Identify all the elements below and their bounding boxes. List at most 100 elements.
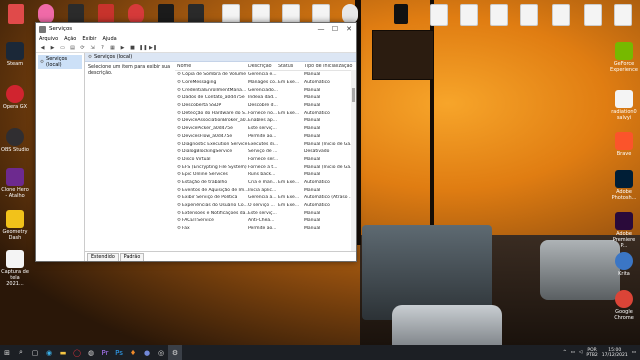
volume-icon[interactable]: ◁ (579, 350, 582, 355)
minimize-button[interactable]: — (314, 23, 328, 35)
desktop-shortcut-icon[interactable] (98, 4, 114, 24)
input-language[interactable]: POR PTB2 (586, 348, 597, 358)
column-header-tipo[interactable]: Tipo de Inicialização (304, 64, 356, 69)
file-icon[interactable] (552, 4, 570, 26)
microphone-icon[interactable]: ♦ (126, 345, 140, 360)
desktop-icon-radiation[interactable]: radiation0 salvyi (610, 90, 638, 121)
desktop-icon-chrome[interactable]: Google Chrome (610, 290, 638, 321)
table-row[interactable]: ⚙ Diagnostic Execution Service Executes di… (175, 140, 356, 148)
edge-icon[interactable]: ◉ (42, 345, 56, 360)
desktop-icon-geforce[interactable]: GeForce Experience (610, 42, 638, 73)
discord-icon[interactable]: ● (140, 345, 154, 360)
restart-icon[interactable]: ▶❚ (149, 45, 157, 51)
back-arrow-icon[interactable]: ◀ (39, 45, 46, 51)
table-row[interactable]: ⚙ Detecção do Hardware do S... Fornece no.… (175, 109, 356, 117)
tree-item-services-local[interactable]: ⚙ Serviços (local) (38, 55, 82, 69)
network-icon[interactable]: ▭ (571, 350, 575, 355)
stop-icon[interactable]: ■ (129, 45, 136, 51)
desktop-shortcut-icon[interactable] (394, 4, 408, 24)
table-row[interactable]: ⚙ Fax Permite ao... Manual (175, 225, 356, 233)
table-row[interactable]: ⚙ DevicesFlow_a0d475e Permite ao... Manual (175, 133, 356, 141)
clock[interactable]: 15:00 17/12/2021 (602, 348, 628, 358)
steam-icon[interactable]: ◍ (84, 345, 98, 360)
desktop-icon-brave[interactable]: Brave (610, 132, 638, 157)
desktop-shortcut-icon[interactable] (158, 4, 174, 24)
pause-icon[interactable]: ❚❚ (139, 45, 147, 51)
vertical-scrollbar[interactable] (351, 70, 356, 252)
table-row[interactable]: ⚙ Extensões e Notificações da... Este serv… (175, 209, 356, 217)
table-row[interactable]: ⚙ Disco Virtual Fornece ser... Manual (175, 156, 356, 164)
desktop-shortcut-icon[interactable] (68, 4, 84, 24)
desktop-icon-clone-hero[interactable]: Clone Hero - Atalho (1, 168, 29, 199)
table-row[interactable]: ⚙ CredentialEnrollmentMana... Gerenciado..… (175, 86, 356, 94)
start-icon[interactable]: ⊞ (0, 345, 14, 360)
help-icon[interactable]: ? (99, 45, 106, 51)
table-row[interactable]: ⚙ FACEITService Anti-Chea... Manual (175, 217, 356, 225)
services-taskbar-icon[interactable]: ⚙ (168, 345, 182, 360)
table-row[interactable]: ⚙ Epic Online Services Runs back... Manual (175, 171, 356, 179)
table-row[interactable]: ⚙ Experiências do Usuário Co... O serviço … (175, 202, 356, 210)
column-header-status[interactable]: Status (278, 64, 304, 69)
column-header-descricao[interactable]: Descrição (248, 64, 278, 69)
table-row[interactable]: ⚙ DevicePicker_a0d475e Este serviç... Manua… (175, 125, 356, 133)
services-window[interactable]: Serviços — ☐ ✕ Arquivo Ação Exibir Ajuda… (35, 22, 357, 262)
desktop-icon-photoshop[interactable]: Adobe Photosh... (610, 170, 638, 201)
desktop-shortcut-icon[interactable] (128, 4, 144, 24)
desktop-shortcut-icon[interactable] (188, 4, 204, 24)
maximize-button[interactable]: ☐ (328, 23, 342, 35)
desktop-icon-steam[interactable]: Steam (1, 42, 29, 67)
desktop-icon-krita[interactable]: Krita (610, 252, 638, 277)
scrollbar-thumb[interactable] (352, 88, 355, 102)
menu-exibir[interactable]: Exibir (82, 36, 96, 42)
refresh-icon[interactable]: ⟳ (79, 45, 86, 51)
properties-icon[interactable]: ▤ (69, 45, 76, 51)
play-icon[interactable]: ▶ (119, 45, 126, 51)
table-row[interactable]: ⚙ CoreMessaging Manages co... Em Exe... Auto… (175, 79, 356, 87)
table-row[interactable]: ⚙ DeviceAssociationBroker_a0... Enables ap… (175, 117, 356, 125)
search-icon[interactable]: ⌕ (14, 345, 28, 360)
premiere-icon[interactable]: Pr (98, 345, 112, 360)
tray-chevron-icon[interactable]: ^ (563, 350, 567, 355)
desktop-icon-opera-gx[interactable]: Opera GX (1, 85, 29, 110)
menu-arquivo[interactable]: Arquivo (39, 36, 58, 42)
desktop-shortcut-icon[interactable] (8, 4, 24, 24)
file-icon[interactable] (430, 4, 448, 26)
table-row[interactable]: ⚙ Estação de trabalho Cria e man... Em Exe.… (175, 179, 356, 187)
photoshop-icon[interactable]: Ps (112, 345, 126, 360)
console-tree-icon[interactable]: ▭ (59, 45, 66, 51)
desktop-icon-obs[interactable]: OBS Studio (1, 128, 29, 153)
file-icon[interactable] (460, 4, 478, 26)
table-row[interactable]: ⚙ Descoberta SSDP Descobre d... Manual (175, 102, 356, 110)
desktop-icon-screenshot[interactable]: Captura de tela 2021... (1, 250, 29, 287)
menu-acao[interactable]: Ação (64, 36, 76, 42)
column-header-nome[interactable]: Nome (175, 64, 248, 69)
desktop-shortcut-icon[interactable] (38, 4, 54, 24)
tab-estendido[interactable]: Estendido (87, 253, 119, 261)
opera-gx-icon[interactable]: ◯ (70, 345, 84, 360)
notification-icon[interactable]: ▭ (632, 350, 636, 355)
export-icon[interactable]: ⇲ (89, 45, 96, 51)
table-row[interactable]: ⚙ Exibir Serviço de Política Gerencia a...… (175, 194, 356, 202)
file-icon[interactable] (520, 4, 538, 26)
forward-arrow-icon[interactable]: ▶ (49, 45, 56, 51)
table-row[interactable]: ⚙ DialogBlockingService Serviço de ... Desa… (175, 148, 356, 156)
title-bar[interactable]: Serviços — ☐ ✕ (36, 23, 356, 35)
table-row[interactable]: ⚙ Cópia de Sombra de Volume Gerencia e... M… (175, 71, 356, 79)
task-view-icon[interactable]: ▢ (28, 345, 42, 360)
table-row[interactable]: ⚙ EFS (Encrypting File System) Fornece a t… (175, 163, 356, 171)
file-icon[interactable] (490, 4, 508, 26)
file-explorer-icon[interactable]: ▬ (56, 345, 70, 360)
table-row[interactable]: ⚙ Dados de Contato_a0d475e Indexa dad... Ma… (175, 94, 356, 102)
services-table[interactable]: Nome Descrição Status Tipo de Inicializa… (175, 62, 356, 252)
obs-icon[interactable]: ◎ (154, 345, 168, 360)
close-button[interactable]: ✕ (342, 23, 356, 35)
view-icon[interactable]: ▦ (109, 45, 116, 51)
desktop-icon-geometry-dash[interactable]: Geometry Dash (1, 210, 29, 241)
tab-padrao[interactable]: Padrão (119, 253, 145, 261)
menu-ajuda[interactable]: Ajuda (103, 36, 117, 42)
file-icon[interactable] (584, 4, 602, 26)
file-icon[interactable] (614, 4, 632, 26)
desktop-icon-premiere[interactable]: Adobe Premiere P... (610, 212, 638, 249)
desktop-shortcut-icon[interactable] (342, 4, 358, 24)
table-row[interactable]: ⚙ Eventos de Aquisição de Im... Inicia apl… (175, 186, 356, 194)
